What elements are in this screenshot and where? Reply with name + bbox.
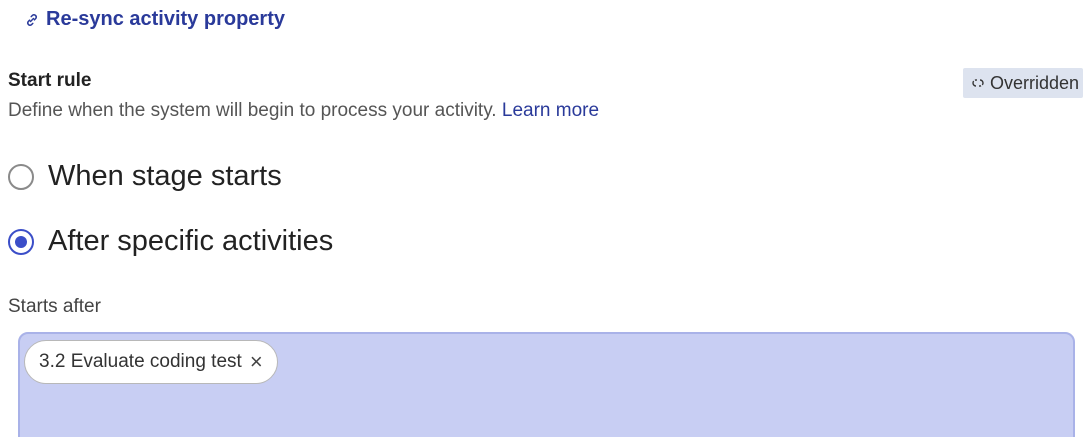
start-rule-title: Start rule <box>8 70 92 91</box>
radio-button-checked[interactable] <box>8 228 34 255</box>
radio-label: When stage starts <box>48 160 282 192</box>
chip-label: 3.2 Evaluate coding test <box>39 351 242 372</box>
overridden-badge: Overridden <box>962 68 1083 98</box>
start-rule-panel: Re-sync activity property Start rule Def… <box>0 0 1085 437</box>
resync-activity-link[interactable]: Re-sync activity property <box>24 8 285 31</box>
starts-after-label: Starts after <box>8 296 101 317</box>
radio-label: After specific activities <box>48 225 334 257</box>
start-rule-description: Define when the system will begin to pro… <box>8 100 599 122</box>
activity-chip: 3.2 Evaluate coding test × <box>24 340 278 384</box>
link-icon <box>24 12 40 28</box>
broken-link-icon <box>969 74 987 92</box>
starts-after-multiselect[interactable]: 3.2 Evaluate coding test × <box>18 332 1075 437</box>
radio-when-stage-starts[interactable]: When stage starts <box>8 160 282 193</box>
resync-label: Re-sync activity property <box>46 8 285 30</box>
learn-more-link[interactable]: Learn more <box>502 100 599 121</box>
radio-after-specific-activities[interactable]: After specific activities <box>8 225 333 258</box>
close-icon[interactable]: × <box>250 351 263 373</box>
radio-button-unchecked[interactable] <box>8 163 34 190</box>
overridden-label: Overridden <box>989 72 1079 93</box>
radio-dot <box>15 235 27 248</box>
description-text: Define when the system will begin to pro… <box>8 100 497 121</box>
